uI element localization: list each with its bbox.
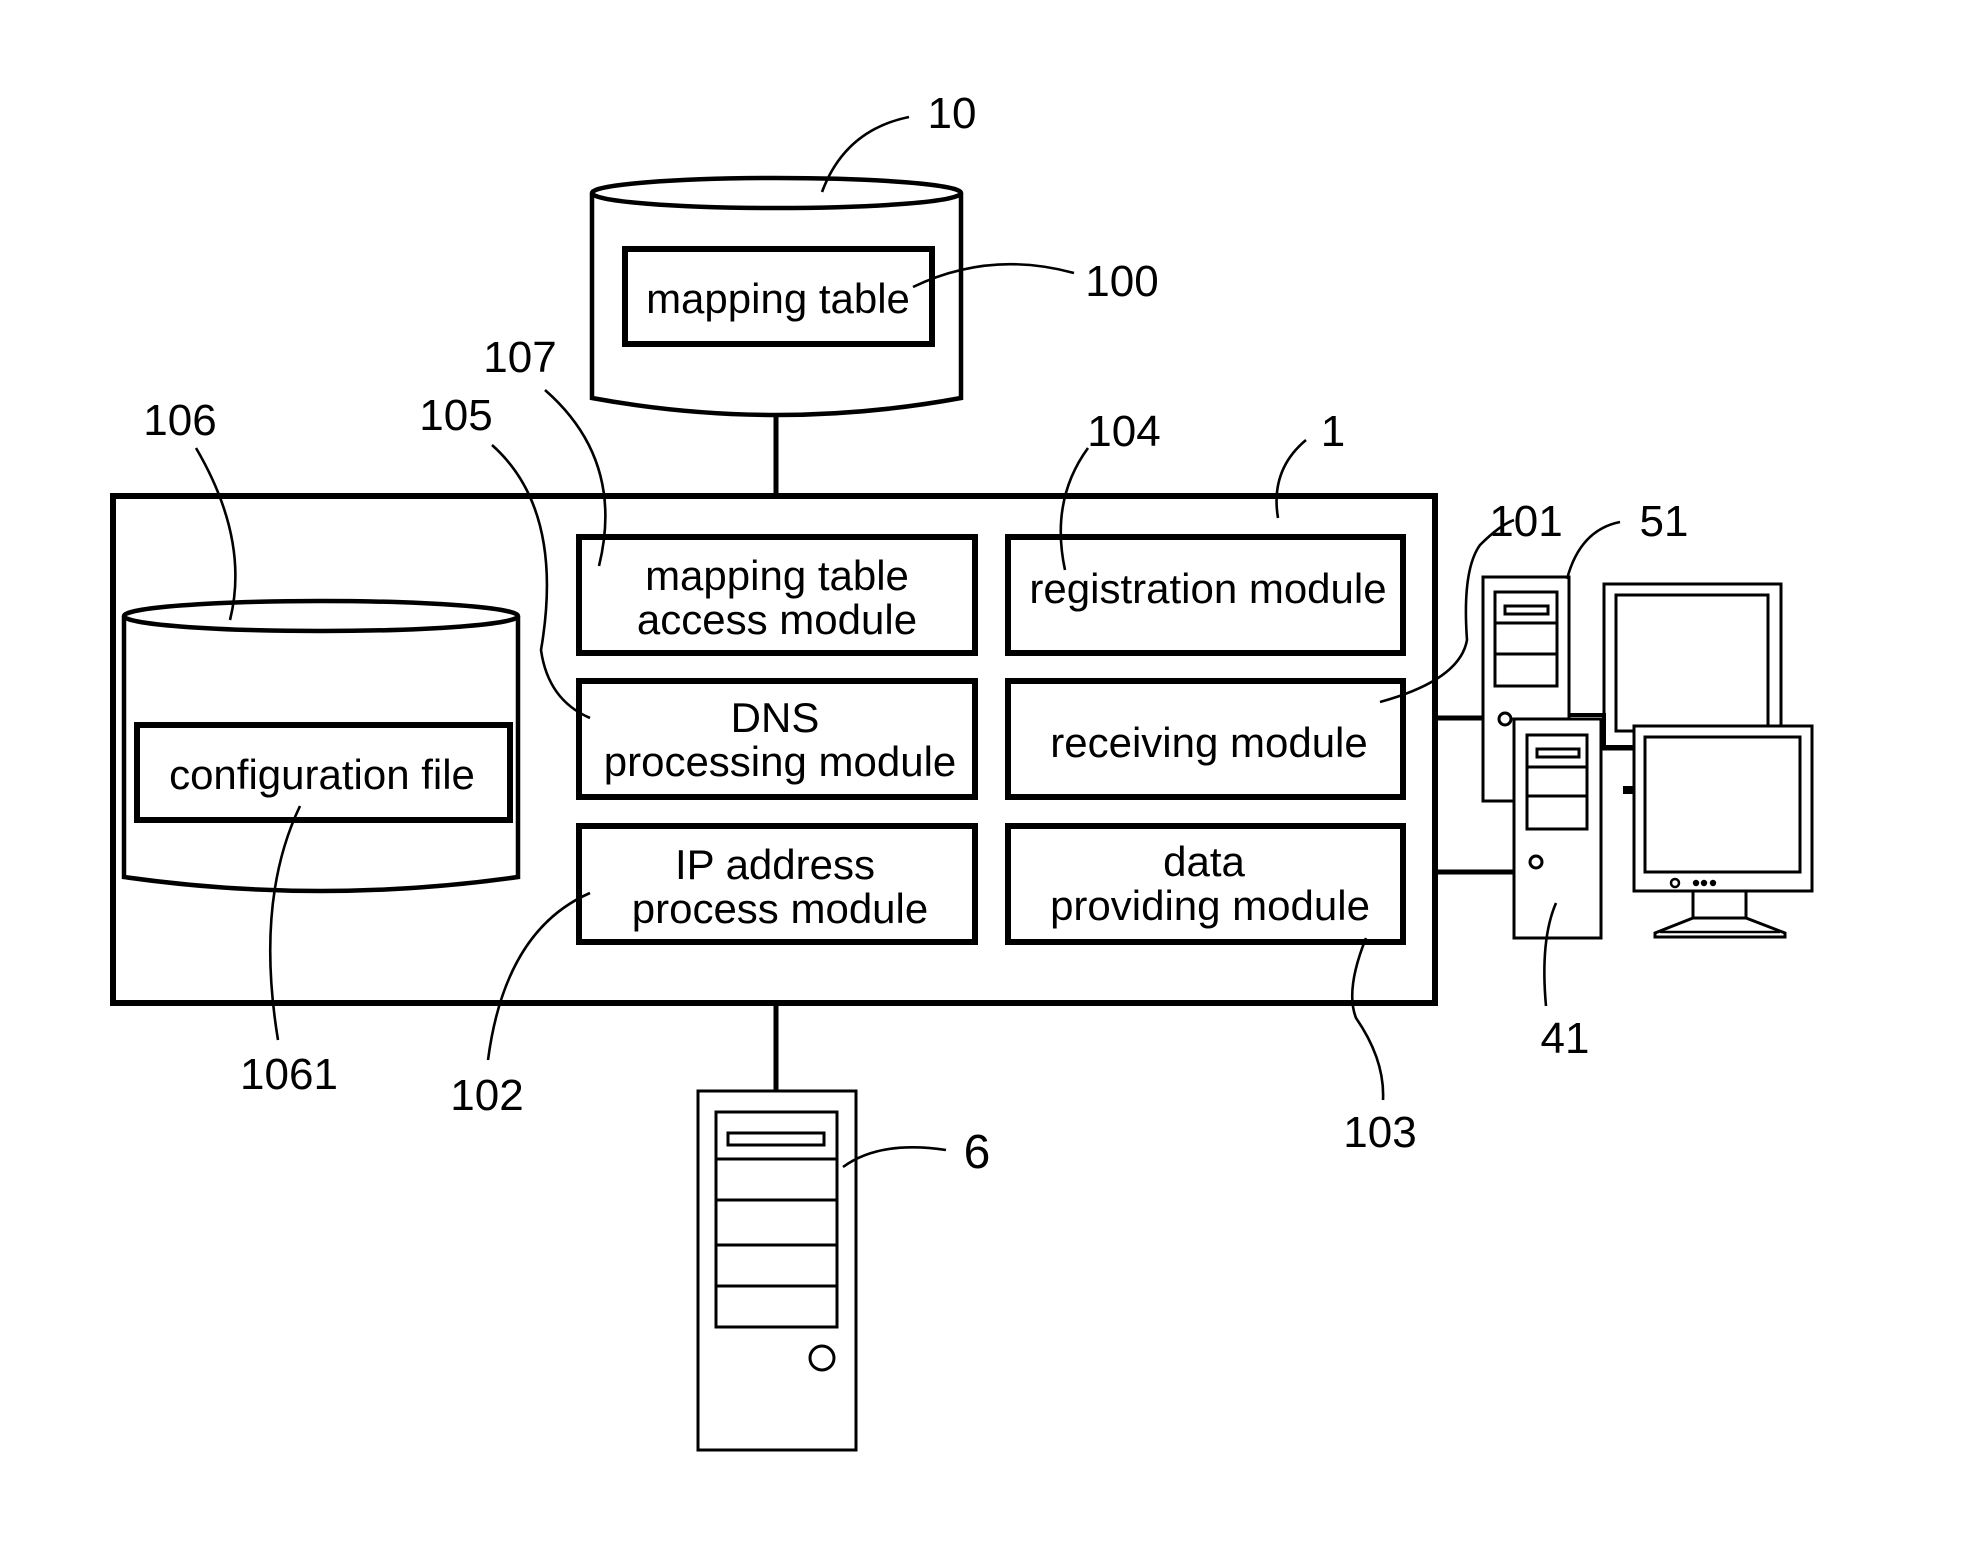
- monitor-screen: [1643, 735, 1802, 874]
- ref-label: 1: [1321, 407, 1345, 456]
- mapping-database-cylinder-top: [589, 175, 964, 211]
- config-database: configuration file: [121, 598, 521, 894]
- module-data-providing: data providing module: [1005, 823, 1406, 945]
- module-label-line: registration module: [1029, 565, 1386, 612]
- ref-label: 100: [1085, 257, 1158, 306]
- module-label-line: receiving module: [1050, 719, 1368, 766]
- cable-plug: [1623, 786, 1634, 794]
- disc-slot: [1503, 604, 1550, 616]
- configuration-file-label: configuration file: [169, 751, 475, 798]
- leader-103: [1350, 937, 1385, 1101]
- monitor-power-icon: [1669, 877, 1681, 889]
- ref-label: 102: [450, 1071, 523, 1120]
- desktop-computer-icon: [1512, 717, 1814, 940]
- leader-51: [1565, 520, 1621, 580]
- ref-label: 104: [1087, 407, 1160, 456]
- monitor-stand-base: [1653, 916, 1787, 939]
- module-receiving: receiving module: [1005, 678, 1406, 800]
- module-label-line: IP address: [675, 841, 875, 888]
- ref-label: 6: [964, 1126, 991, 1179]
- monitor-button: [1700, 879, 1708, 887]
- ref-label: 103: [1343, 1108, 1416, 1157]
- ref-label: 10: [928, 89, 977, 138]
- module-registration: registration module: [1005, 534, 1406, 656]
- disc-slot: [726, 1131, 826, 1147]
- server-tower-icon: [696, 1089, 858, 1452]
- leader-6: [842, 1145, 947, 1169]
- module-dns-processing: DNS processing module: [576, 678, 978, 800]
- module-label-line: DNS: [731, 694, 820, 741]
- power-button-icon: [808, 1344, 836, 1372]
- mapping-database: mapping table: [589, 175, 964, 496]
- monitor-screen: [1614, 593, 1770, 733]
- module-label-line: data: [1163, 838, 1245, 885]
- monitor-stand-neck: [1691, 889, 1748, 920]
- leader-102: [486, 891, 591, 1061]
- module-mapping-table-access: mapping table access module: [576, 534, 978, 656]
- system-diagram: mapping table configuration file mapping…: [110, 89, 1814, 1452]
- monitor-button: [1709, 879, 1717, 887]
- ref-label: 41: [1541, 1014, 1590, 1063]
- monitor-button: [1692, 879, 1700, 887]
- module-label-line: processing module: [604, 738, 957, 785]
- ref-label: 106: [143, 396, 216, 445]
- ref-label: 51: [1640, 497, 1689, 546]
- module-label-line: process module: [632, 885, 928, 932]
- disc-slot: [1535, 747, 1581, 759]
- ref-label: 1061: [240, 1050, 338, 1099]
- module-ip-address-process: IP address process module: [576, 823, 978, 945]
- module-label-line: access module: [637, 596, 917, 643]
- ref-label: 101: [1489, 497, 1562, 546]
- mapping-table-label: mapping table: [646, 275, 910, 322]
- power-button-icon: [1497, 711, 1513, 727]
- module-label-line: mapping table: [645, 552, 909, 599]
- config-database-cylinder-top: [121, 598, 521, 634]
- leader-1: [1275, 439, 1307, 519]
- power-button-icon: [1528, 854, 1544, 870]
- module-label-line: providing module: [1050, 882, 1370, 929]
- leader-106: [194, 447, 237, 621]
- ref-label: 107: [483, 333, 556, 382]
- ref-label: 105: [419, 391, 492, 440]
